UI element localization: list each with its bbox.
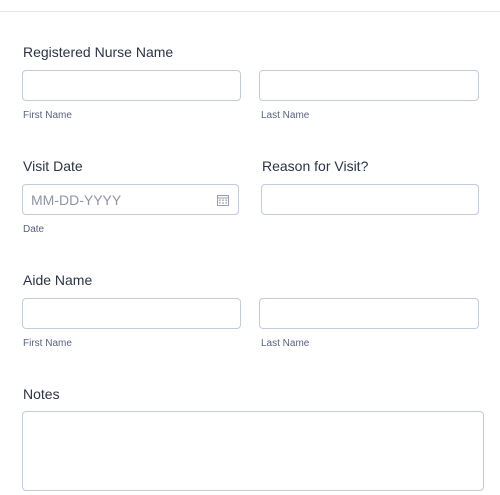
reason-for-visit-input[interactable] (262, 185, 478, 214)
nurse-name-label: Registered Nurse Name (23, 44, 174, 60)
reason-for-visit-field[interactable] (261, 184, 479, 215)
nurse-last-name-input[interactable] (260, 71, 478, 100)
visit-date-input[interactable] (23, 185, 238, 214)
notes-label: Notes (23, 386, 60, 402)
aide-last-name-input[interactable] (260, 299, 478, 328)
nurse-first-name-sublabel: First Name (23, 110, 72, 121)
nurse-first-name-input[interactable] (23, 71, 240, 100)
nurse-last-name-sublabel: Last Name (261, 110, 310, 121)
visit-date-label: Visit Date (23, 158, 83, 174)
nurse-last-name-field[interactable] (259, 70, 479, 101)
aide-last-name-field[interactable] (259, 298, 479, 329)
visit-date-sublabel: Date (23, 224, 45, 235)
aide-first-name-field[interactable] (22, 298, 241, 329)
aide-name-label: Aide Name (23, 272, 93, 288)
calendar-icon[interactable] (217, 194, 229, 206)
visit-date-field[interactable] (22, 184, 239, 215)
aide-first-name-sublabel: First Name (23, 338, 72, 349)
reason-for-visit-label: Reason for Visit? (262, 158, 369, 174)
aide-first-name-input[interactable] (23, 299, 240, 328)
nurse-first-name-field[interactable] (22, 70, 241, 101)
section-divider (0, 11, 500, 12)
notes-field[interactable] (22, 411, 484, 491)
notes-textarea[interactable] (23, 412, 483, 490)
aide-last-name-sublabel: Last Name (261, 338, 310, 349)
